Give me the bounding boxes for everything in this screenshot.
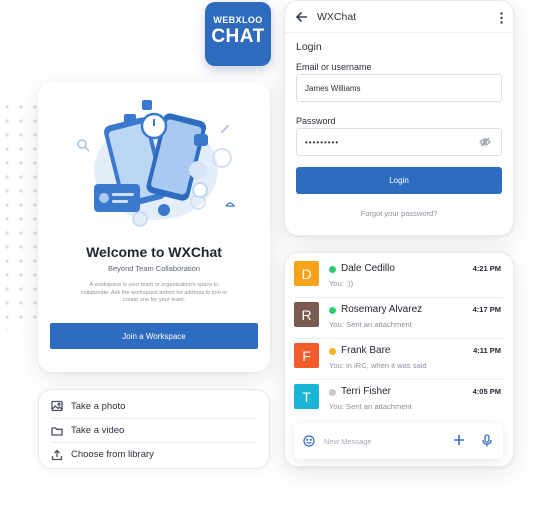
contact-name: Dale Cedillo <box>341 263 395 274</box>
option-label: Choose from library <box>71 449 154 460</box>
login-card: WXChat Login Email or username James Wil… <box>284 0 514 236</box>
chat-item[interactable]: T Terri Fisher 4:05 PM You: Sent an atta… <box>294 380 503 421</box>
chat-list-card: D Dale Cedillo 4:21 PM You: :)) R Rosema… <box>284 252 514 467</box>
choose-library-option[interactable]: Choose from library <box>51 442 257 466</box>
webxloo-chat-logo: WEBXLOO CHAT <box>205 2 271 66</box>
logo-line-1: WEBXLOO <box>213 15 263 25</box>
status-dot <box>329 348 336 355</box>
more-vertical-icon[interactable] <box>500 12 503 24</box>
message-time: 4:11 PM <box>473 346 501 355</box>
avatar: R <box>294 302 319 327</box>
forgot-password-link[interactable]: Forgot your password? <box>285 209 513 218</box>
last-message: You: :)) <box>329 279 354 288</box>
message-time: 4:21 PM <box>472 264 501 273</box>
status-dot <box>329 389 336 396</box>
last-message: You: in iRC, when it was said <box>329 361 427 370</box>
password-label: Password <box>296 116 336 126</box>
new-message-input[interactable]: New Message <box>324 437 372 446</box>
take-photo-option[interactable]: Take a photo <box>51 394 257 418</box>
avatar: D <box>294 261 319 286</box>
welcome-card: Welcome to WXChat Beyond Team Collaborat… <box>38 82 270 372</box>
username-field[interactable]: James Williams <box>296 74 502 102</box>
back-arrow-icon[interactable] <box>295 10 309 24</box>
chat-item[interactable]: F Frank Bare 4:11 PM You: in iRC, when i… <box>294 339 503 380</box>
emoji-icon[interactable] <box>303 435 315 447</box>
join-workspace-button[interactable]: Join a Workspace <box>50 323 258 349</box>
last-message: You: Sent an attachment <box>329 402 412 411</box>
upload-icon <box>51 449 63 460</box>
login-button[interactable]: Login <box>296 167 502 194</box>
dot-pattern <box>0 100 40 330</box>
chat-item[interactable]: R Rosemary Alvarez 4:17 PM You: Sent an … <box>294 298 503 339</box>
password-field[interactable]: ••••••••• <box>296 128 502 156</box>
contact-name: Rosemary Alvarez <box>341 304 423 315</box>
contact-name: Frank Bare <box>341 345 391 356</box>
take-video-option[interactable]: Take a video <box>51 418 257 442</box>
welcome-description: A workspace is your team or organization… <box>80 282 228 303</box>
login-heading: Login <box>296 41 322 53</box>
image-icon <box>51 400 63 412</box>
welcome-subtitle: Beyond Team Collaboration <box>107 264 200 273</box>
message-composer: New Message <box>294 423 503 459</box>
eye-off-icon[interactable] <box>479 137 491 147</box>
chat-item[interactable]: D Dale Cedillo 4:21 PM You: :)) <box>294 257 503 298</box>
microphone-icon[interactable] <box>481 434 493 447</box>
login-app-bar: WXChat <box>285 1 513 33</box>
folder-icon <box>51 426 63 436</box>
status-dot <box>329 307 336 314</box>
app-title: WXChat <box>317 10 357 23</box>
plus-icon[interactable] <box>453 434 465 446</box>
password-value: ••••••••• <box>305 137 340 147</box>
option-label: Take a photo <box>71 400 126 412</box>
message-time: 4:05 PM <box>472 387 501 396</box>
message-time: 4:17 PM <box>472 305 501 314</box>
status-dot <box>329 266 336 273</box>
media-options-menu: Take a photo Take a video Choose from li… <box>38 389 270 469</box>
option-label: Take a video <box>71 425 125 436</box>
avatar: T <box>294 384 319 409</box>
contact-name: Terri Fisher <box>341 386 392 397</box>
phones-illustration <box>77 100 236 227</box>
last-message: You: Sent an attachment <box>329 320 412 329</box>
logo-line-2: CHAT <box>211 26 265 47</box>
avatar: F <box>294 343 319 368</box>
username-label: Email or username <box>296 62 372 72</box>
welcome-title: Welcome to WXChat <box>86 244 222 260</box>
